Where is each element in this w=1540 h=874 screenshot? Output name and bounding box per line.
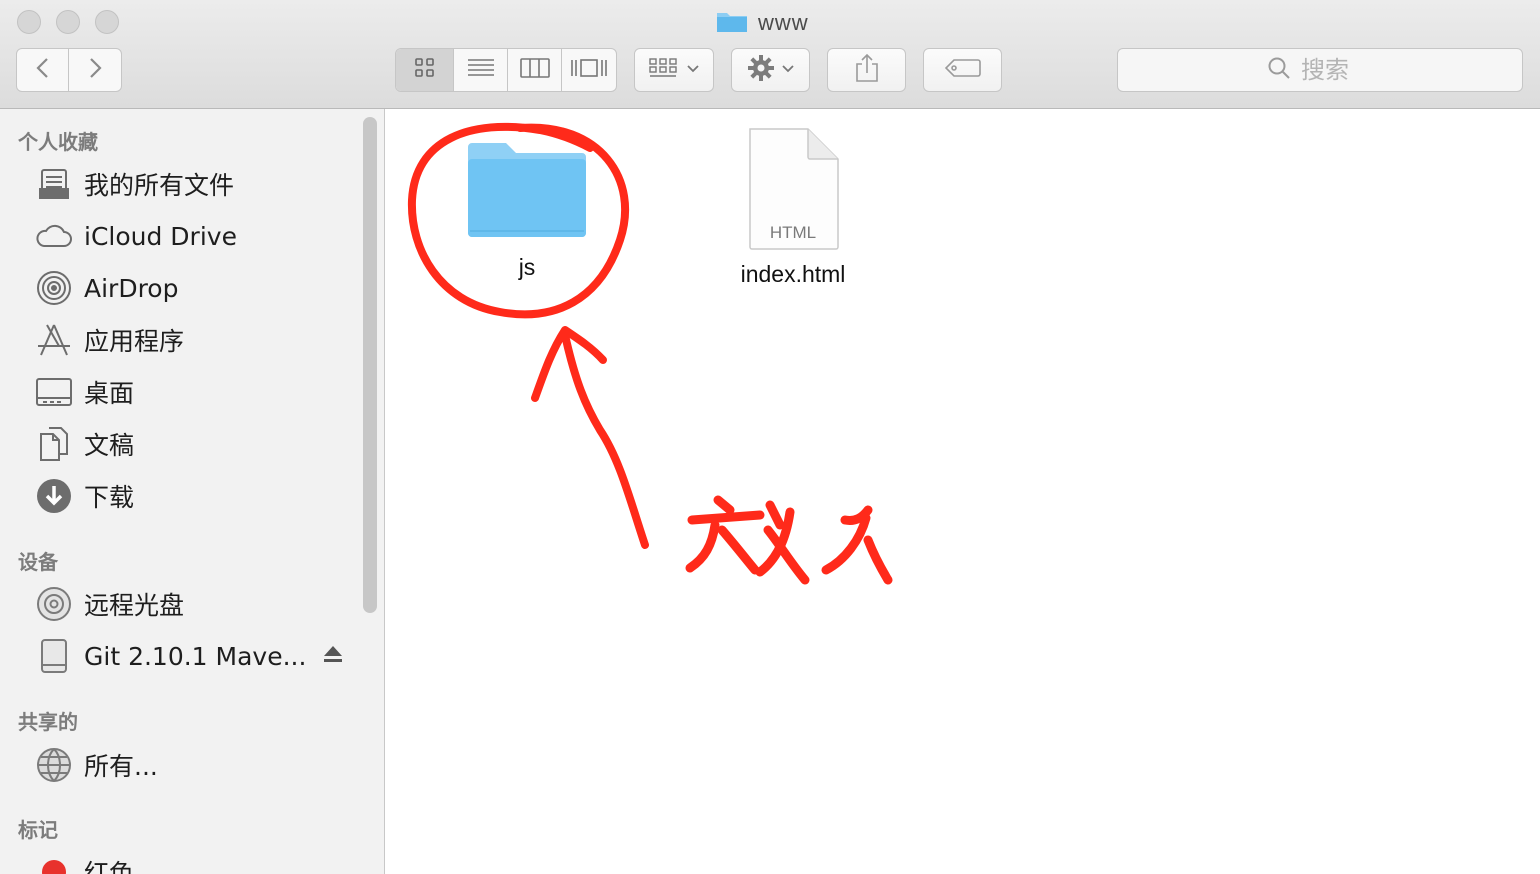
chevron-down-icon: [781, 61, 795, 79]
search-icon: [1267, 56, 1291, 85]
file-name: js: [518, 254, 536, 280]
desktop-icon: [34, 372, 74, 412]
applications-icon: [34, 320, 74, 360]
search-field[interactable]: [1117, 48, 1523, 92]
file-name: index.html: [740, 261, 846, 287]
sidebar-item-documents[interactable]: 文稿: [34, 422, 134, 466]
sidebar-item-label: 所有...: [84, 752, 158, 781]
tag-icon: [944, 57, 982, 84]
navigation-buttons: [16, 48, 122, 92]
sidebar-item-label: 文稿: [84, 431, 135, 460]
all-files-icon: [34, 164, 74, 204]
disc-icon: [34, 584, 74, 624]
eject-icon: [322, 646, 344, 669]
share-icon: [854, 53, 880, 88]
arrange-grid-icon: [648, 56, 680, 85]
minimize-window-button[interactable]: [56, 10, 80, 34]
window-title: www: [716, 8, 809, 38]
sidebar-item-label: 应用程序: [84, 327, 185, 356]
list-view-button[interactable]: [454, 49, 508, 91]
view-mode-switcher: [395, 48, 617, 92]
download-icon: [34, 476, 74, 516]
forward-button[interactable]: [69, 49, 121, 91]
column-view-button[interactable]: [508, 49, 562, 91]
sidebar-item-label: 红色: [84, 859, 135, 874]
sidebar-scroll-thumb[interactable]: [363, 117, 377, 613]
back-button[interactable]: [17, 49, 70, 91]
file-browser-content: js HTML index.html: [386, 109, 1540, 874]
sidebar-item-label: Git 2.10.1 Mave...: [84, 641, 307, 671]
cloud-icon: [34, 216, 74, 256]
action-button[interactable]: [731, 48, 810, 92]
column-view-icon: [519, 57, 551, 84]
sidebar-item-label: 桌面: [84, 379, 135, 408]
chevron-down-icon: [686, 61, 700, 79]
folder-icon: [466, 141, 588, 244]
sidebar-item-label: AirDrop: [84, 273, 179, 303]
airdrop-icon: [34, 268, 74, 308]
sidebar: 个人收藏 我的所有文件 iCloud Drive AirDrop 应用程序 桌面…: [0, 109, 385, 874]
search-input[interactable]: [1299, 55, 1373, 85]
folder-icon: [716, 9, 748, 38]
share-button[interactable]: [827, 48, 906, 92]
html-file-badge: HTML: [769, 223, 817, 242]
sidebar-item-airdrop[interactable]: AirDrop: [34, 266, 178, 310]
file-item-index-html[interactable]: HTML index.html: [731, 127, 855, 288]
drive-icon: [34, 636, 74, 676]
sidebar-item-icloud-drive[interactable]: iCloud Drive: [34, 214, 237, 258]
icon-view-icon: [414, 57, 436, 84]
sidebar-item-red-tag[interactable]: 红色: [34, 850, 134, 874]
devices-section-title: 设备: [18, 550, 58, 574]
html-file-icon: HTML: [746, 127, 840, 251]
zoom-window-button[interactable]: [95, 10, 119, 34]
tag-button[interactable]: [923, 48, 1002, 92]
sidebar-item-git-volume[interactable]: Git 2.10.1 Mave...: [34, 634, 306, 678]
documents-icon: [34, 424, 74, 464]
sidebar-item-downloads[interactable]: 下载: [34, 474, 134, 518]
sidebar-item-remote-disc[interactable]: 远程光盘: [34, 582, 184, 626]
sidebar-item-applications[interactable]: 应用程序: [34, 318, 184, 362]
chevron-left-icon: [33, 56, 53, 85]
network-icon: [34, 745, 74, 785]
sidebar-item-label: 下载: [84, 483, 135, 512]
sidebar-item-label: 远程光盘: [84, 591, 185, 620]
eject-button[interactable]: [322, 643, 344, 669]
close-window-button[interactable]: [17, 10, 41, 34]
gear-icon: [747, 54, 775, 87]
sidebar-item-desktop[interactable]: 桌面: [34, 370, 134, 414]
icon-view-button[interactable]: [396, 49, 454, 91]
tags-section-title: 标记: [18, 818, 58, 842]
list-view-icon: [466, 57, 496, 84]
sidebar-item-label: iCloud Drive: [84, 221, 237, 251]
arrange-button[interactable]: [634, 48, 714, 92]
favorites-section-title: 个人收藏: [18, 130, 98, 154]
shared-section-title: 共享的: [18, 710, 78, 734]
chevron-right-icon: [85, 56, 105, 85]
cover-flow-icon: [570, 57, 608, 84]
sidebar-item-all-files[interactable]: 我的所有文件: [34, 162, 234, 206]
red-tag-icon: [34, 852, 74, 874]
window-toolbar: www: [0, 0, 1540, 109]
sidebar-item-all-shared[interactable]: 所有...: [34, 743, 158, 787]
cover-flow-button[interactable]: [562, 49, 616, 91]
file-item-js-folder[interactable]: js: [465, 141, 589, 281]
sidebar-item-label: 我的所有文件: [84, 171, 235, 200]
